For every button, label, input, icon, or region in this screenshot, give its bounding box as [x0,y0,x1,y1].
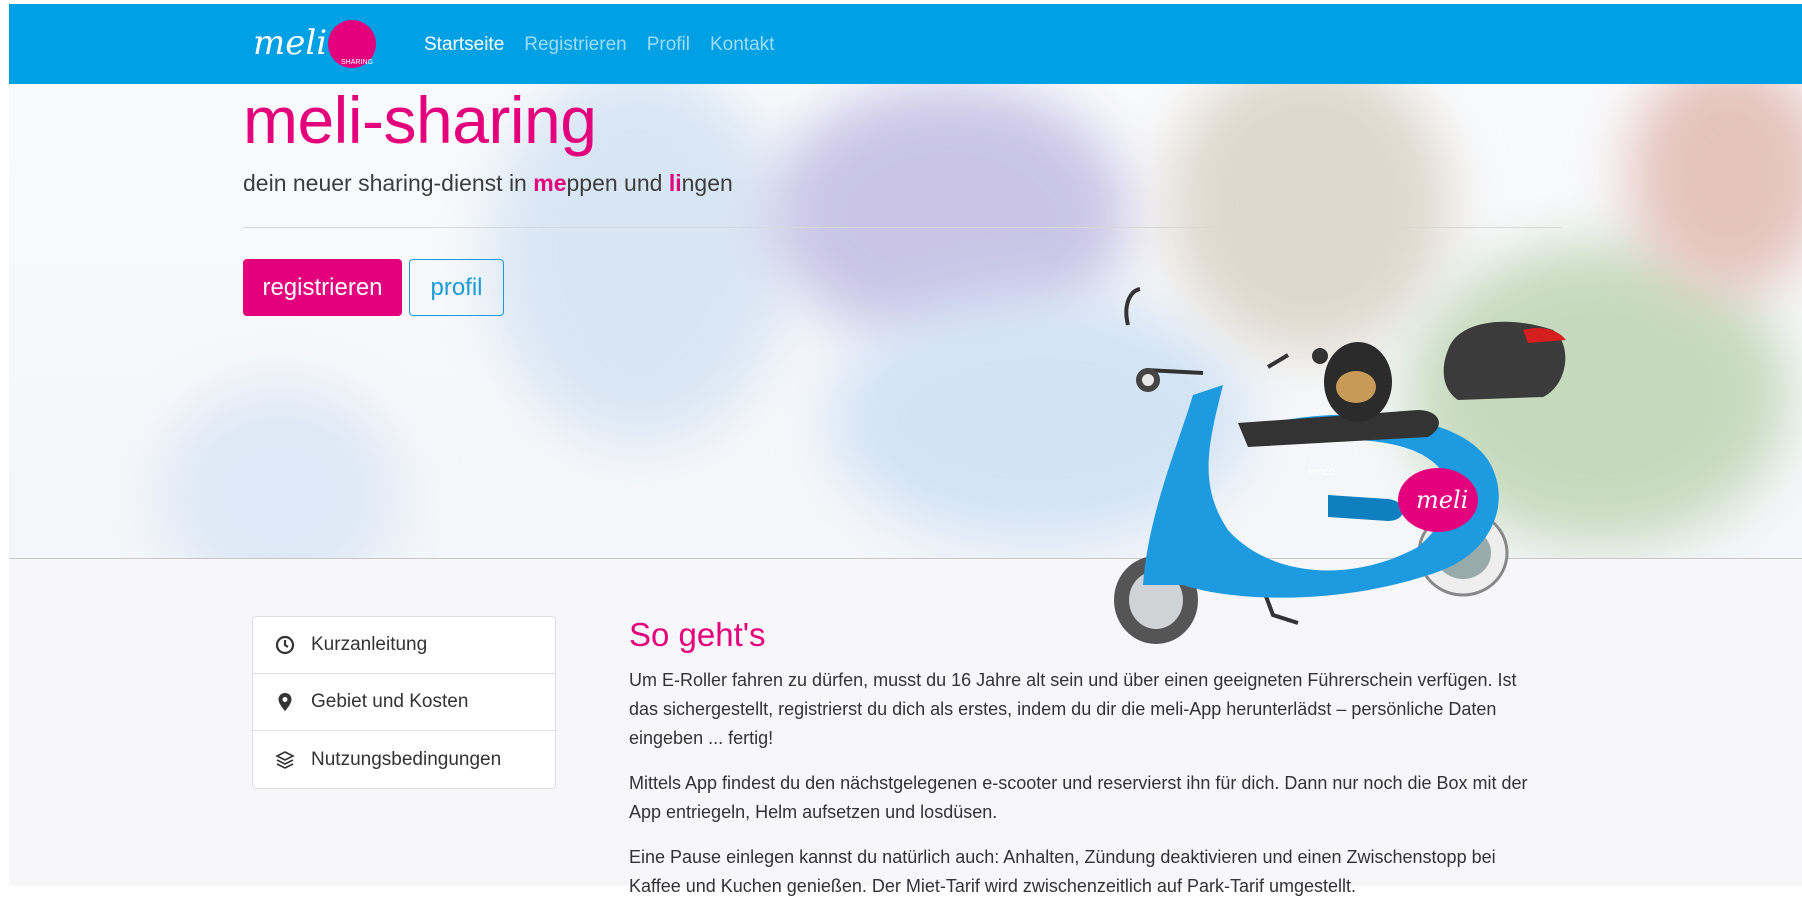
sidebar-item-kurzanleitung[interactable]: Kurzanleitung [253,617,555,674]
sidebar-item-label: Nutzungsbedingungen [311,748,502,770]
scooter-brand-text: emco [1308,466,1335,478]
clock-icon [275,635,295,655]
nav-link-startseite[interactable]: Startseite [424,34,504,56]
nav-link-profil[interactable]: Profil [647,34,690,56]
top-navbar: meli SHARING Startseite Registrieren Pro… [9,4,1802,84]
sidebar-item-label: Gebiet und Kosten [311,691,469,712]
logo-subtext: SHARING [341,59,373,66]
scooter-image: meli emco [1088,285,1573,650]
brand-logo[interactable]: meli SHARING [249,18,385,70]
hero-title: meli-sharing [243,83,597,157]
paragraph: Mittels App findest du den nächstgelegen… [629,773,1528,822]
sidebar-item-gebiet[interactable]: Gebiet und Kosten [253,674,555,731]
nav-link-registrieren[interactable]: Registrieren [524,34,626,56]
logo-text: meli [253,23,327,63]
profile-button[interactable]: profil [409,259,504,316]
paragraph: Eine Pause einlegen kannst du natürlich … [629,847,1496,896]
so-gehts-article: So geht's Um E-Roller fahren zu dürfen, … [629,616,1549,917]
paragraph: Um E-Roller fahren zu dürfen, musst du 1… [629,670,1517,748]
hero-subtitle: dein neuer sharing-dienst in meppen und … [243,170,733,196]
layers-icon [275,750,295,770]
nav-link-kontakt[interactable]: Kontakt [710,34,774,56]
map-marker-icon [275,692,295,712]
hero-divider [243,227,1561,228]
register-button[interactable]: registrieren [243,259,402,316]
info-sidebar: Kurzanleitung Gebiet und Kosten Nutzungs… [252,616,556,789]
main-nav: Startseite Registrieren Profil Kontakt [424,34,774,56]
sidebar-item-label: Kurzanleitung [311,634,428,655]
scooter-logo-text: meli [1416,486,1468,514]
sidebar-item-nutzungsbedingungen[interactable]: Nutzungsbedingungen [253,731,555,788]
